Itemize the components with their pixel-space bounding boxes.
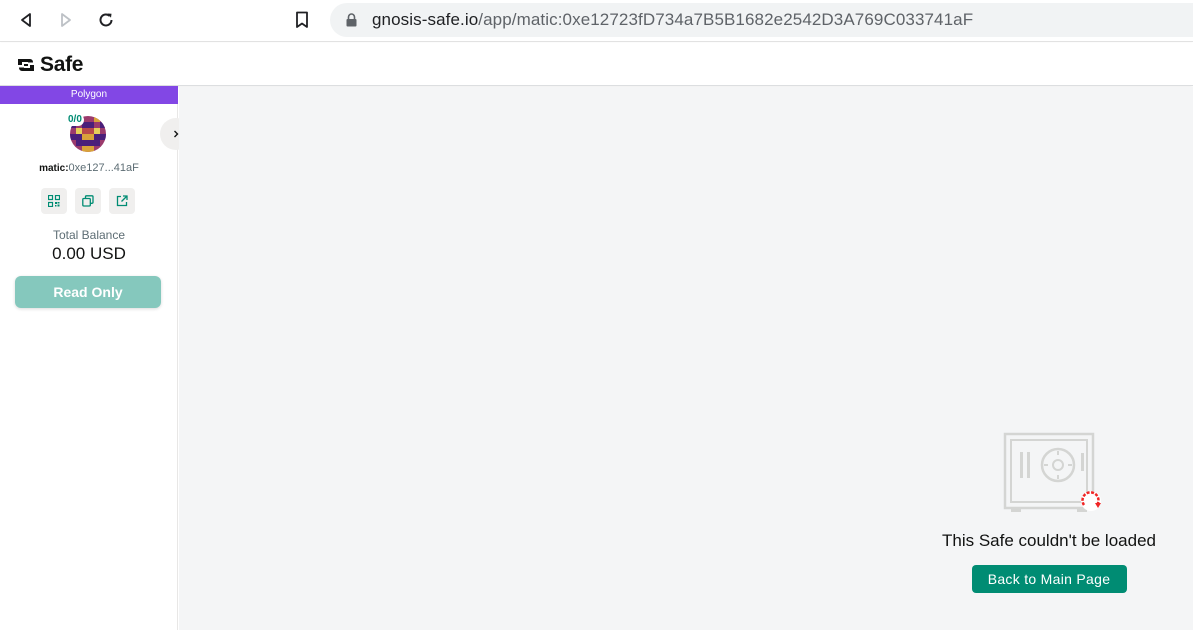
back-to-main-button[interactable]: Back to Main Page [971, 565, 1127, 593]
copy-address-button[interactable] [75, 188, 101, 214]
network-label: Polygon [0, 86, 178, 104]
url-host: gnosis-safe.io [372, 10, 479, 29]
error-panel: This Safe couldn't be loaded Back to Mai… [934, 431, 1164, 593]
threshold-badge: 0/0 [66, 114, 84, 126]
url-path: /app/matic:0xe12723fD734a7B5B1682e2542D3… [478, 10, 974, 29]
balance-value: 0.00 USD [52, 244, 126, 263]
forward-icon[interactable] [53, 7, 79, 33]
reload-icon[interactable] [93, 7, 119, 33]
safe-avatar: 0/0 [66, 114, 106, 152]
lock-icon[interactable] [344, 12, 358, 28]
error-message: This Safe couldn't be loaded [941, 531, 1156, 550]
app-header: Safe [0, 43, 1193, 86]
back-icon[interactable] [13, 7, 39, 33]
url-text: gnosis-safe.io/app/matic:0xe12723fD734a7… [372, 10, 973, 30]
safe-error-illustration [994, 431, 1104, 521]
copy-icon [82, 195, 94, 207]
address-value: 0xe127...41aF [68, 162, 139, 174]
browser-toolbar: gnosis-safe.io/app/matic:0xe12723fD734a7… [0, 0, 1193, 42]
safe-logo[interactable]: Safe [16, 53, 83, 77]
read-only-button[interactable]: Read Only [15, 276, 161, 308]
sidebar: Polygon 0/0 matic:0xe127...41aF Total Ba… [0, 86, 192, 630]
address-actions [41, 188, 135, 214]
logo-text: Safe [40, 53, 84, 76]
balance-label: Total Balance [52, 228, 126, 242]
safe-address: matic:0xe127...41aF [0, 162, 178, 174]
main-content: This Safe couldn't be loaded Back to Mai… [179, 87, 1193, 630]
bookmark-icon[interactable] [289, 7, 315, 33]
address-bar[interactable]: gnosis-safe.io/app/matic:0xe12723fD734a7… [330, 3, 1193, 37]
qr-code-button[interactable] [41, 188, 67, 214]
address-prefix: matic: [39, 163, 69, 174]
safe-logo-icon [18, 59, 34, 71]
qr-code-icon [48, 195, 60, 207]
open-explorer-button[interactable] [109, 188, 135, 214]
external-link-icon [116, 195, 128, 207]
